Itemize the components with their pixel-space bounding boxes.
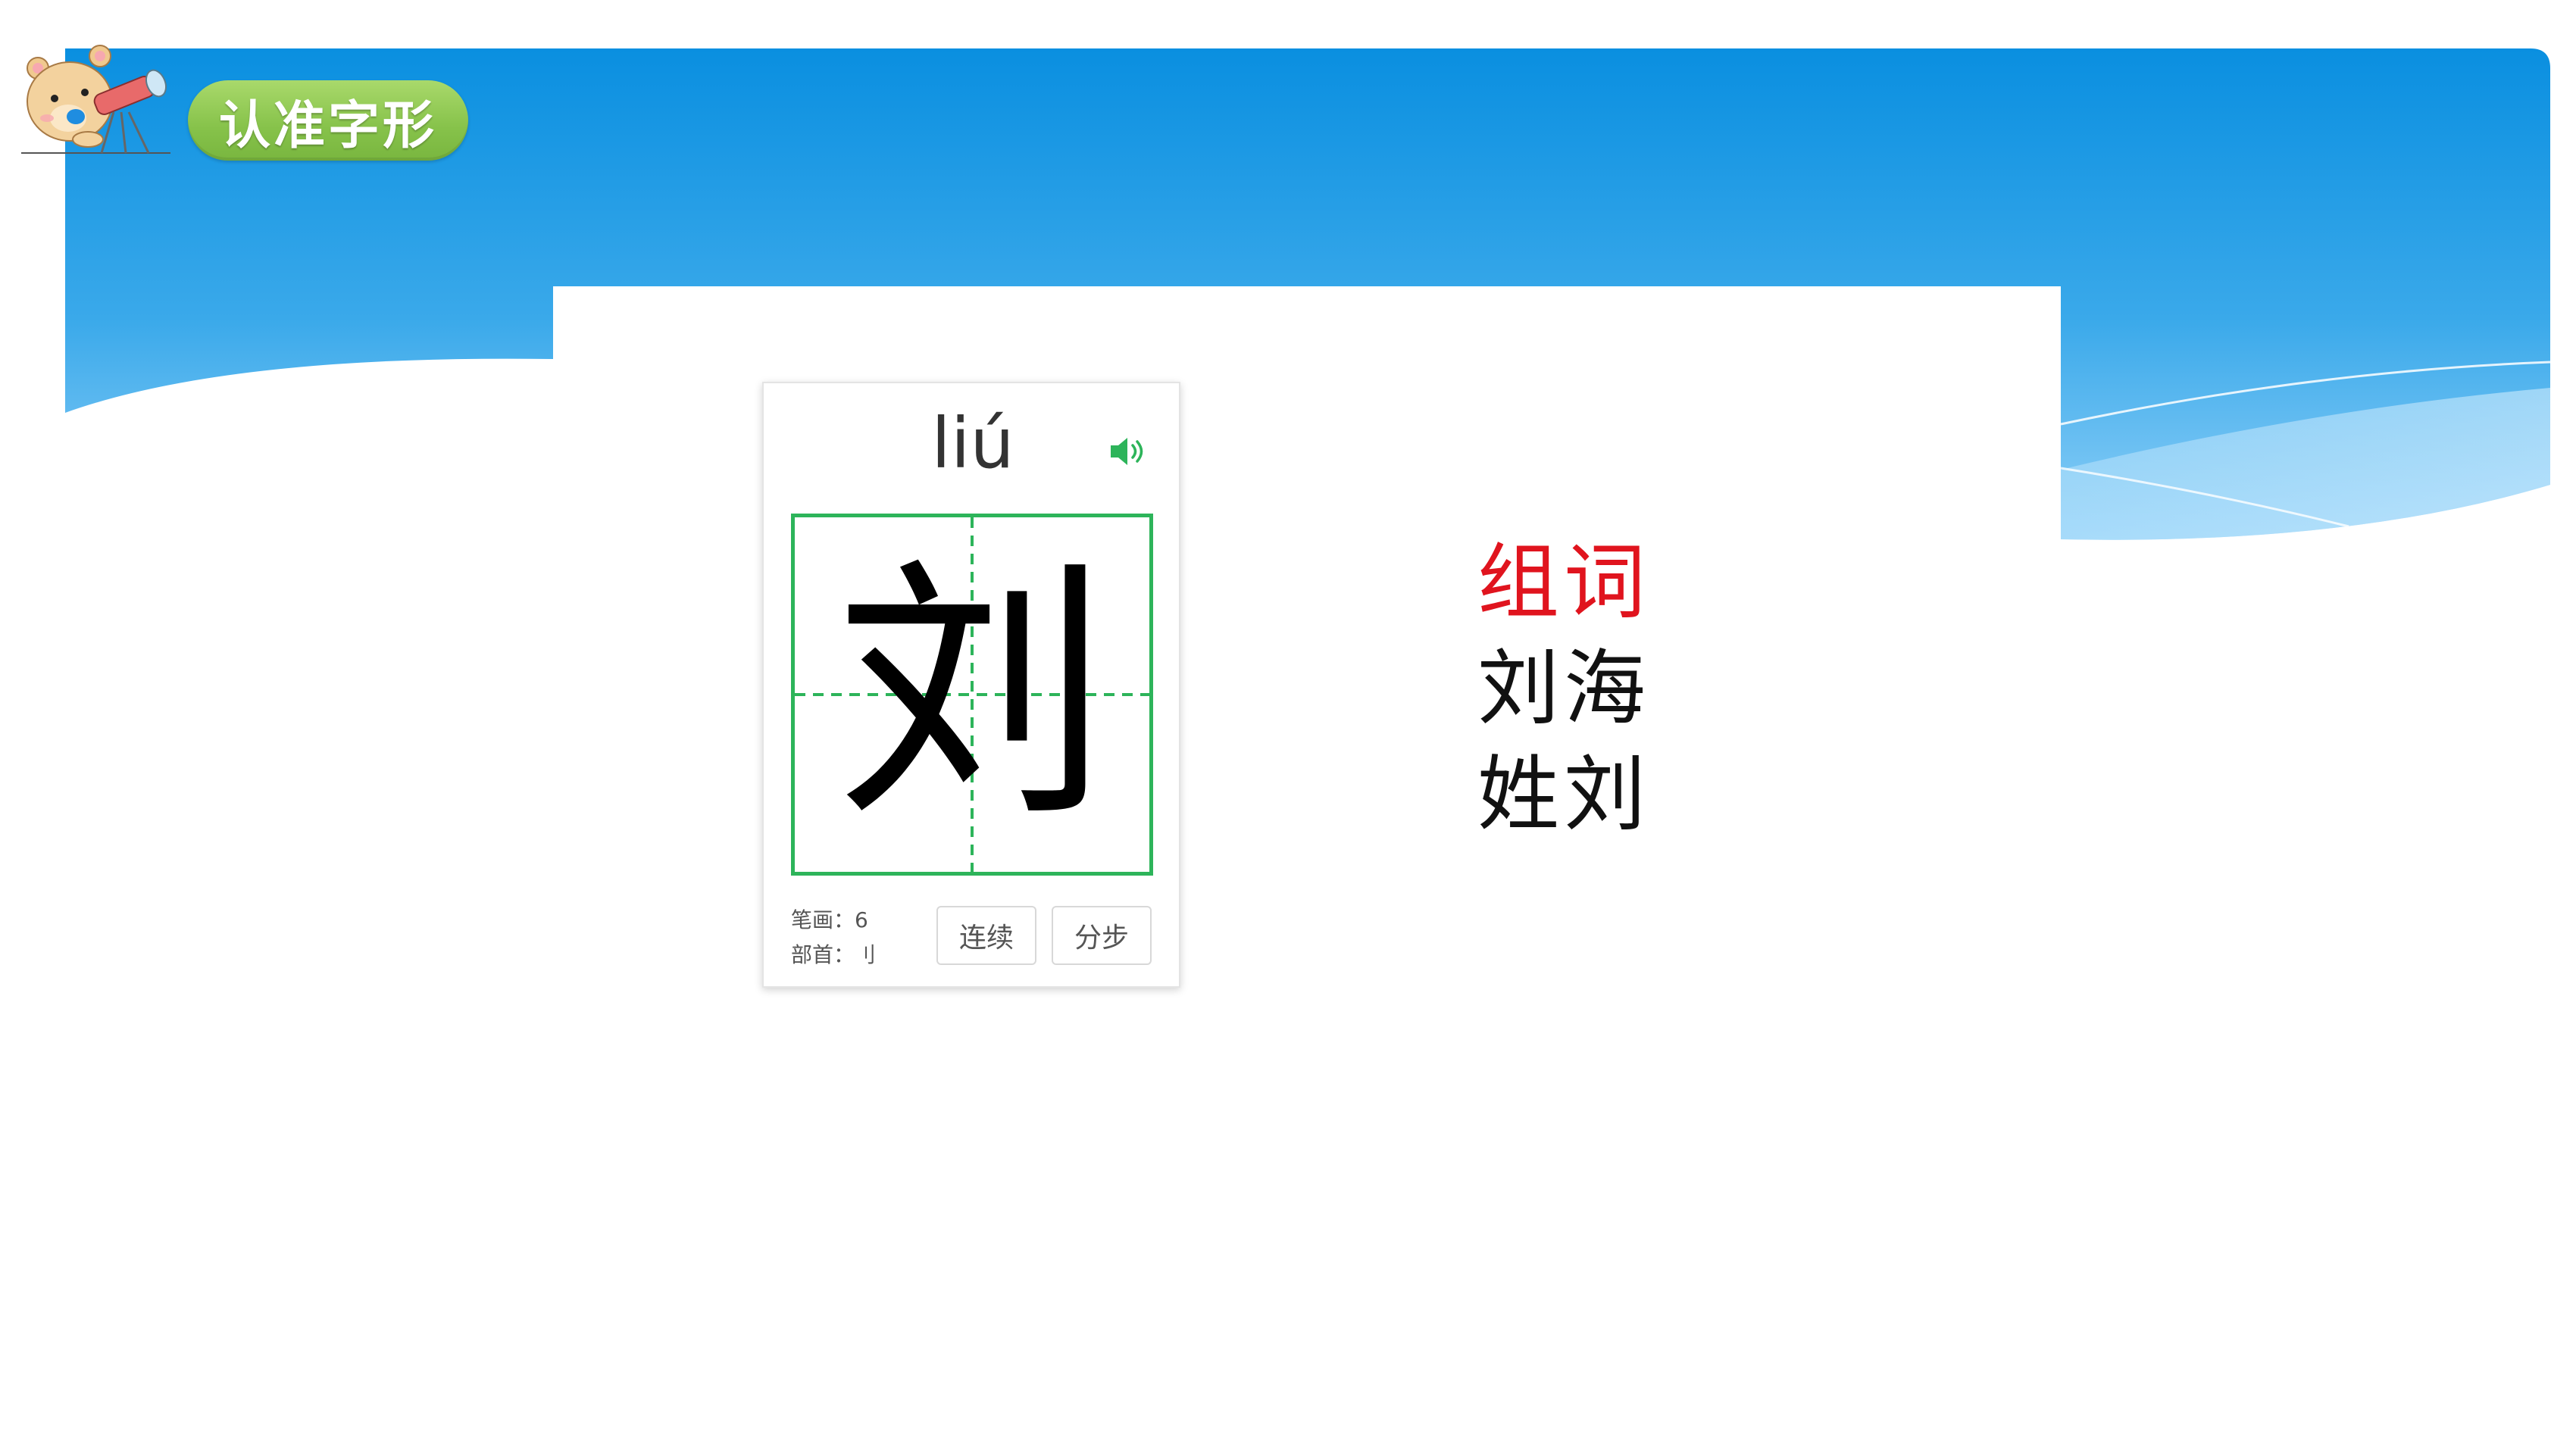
radical-value: 刂 <box>855 942 877 967</box>
radical-row: 部首：刂 <box>791 938 876 973</box>
radical-label: 部首： <box>791 942 855 967</box>
stroke-count-row: 笔画：6 <box>791 903 876 938</box>
section-title: 认准字形 <box>218 95 437 156</box>
word-combinations: 组词 刘海 姓刘 <box>1477 530 1650 848</box>
character-writing-grid: 刘 <box>791 514 1153 876</box>
speaker-icon[interactable] <box>1106 430 1149 473</box>
step-play-button[interactable]: 分步 <box>1052 906 1152 965</box>
section-title-badge: 认准字形 <box>188 80 468 161</box>
stroke-count-value: 6 <box>855 907 868 932</box>
word-combinations-heading: 组词 <box>1477 536 1651 630</box>
word-item: 刘海 <box>1477 642 1651 736</box>
word-item: 姓刘 <box>1477 748 1651 842</box>
slide: 认准字形 liú 刘 笔画：6 部首：刂 连续 分步 组词 刘海 姓刘 <box>0 0 2576 1449</box>
bear-mascot-icon <box>21 45 170 154</box>
character-meta: 笔画：6 部首：刂 <box>791 903 876 973</box>
character-glyph: 刘 <box>836 536 1108 853</box>
stroke-count-label: 笔画： <box>791 907 855 932</box>
character-card: liú 刘 笔画：6 部首：刂 连续 分步 <box>762 382 1180 988</box>
continuous-play-button[interactable]: 连续 <box>936 906 1036 965</box>
